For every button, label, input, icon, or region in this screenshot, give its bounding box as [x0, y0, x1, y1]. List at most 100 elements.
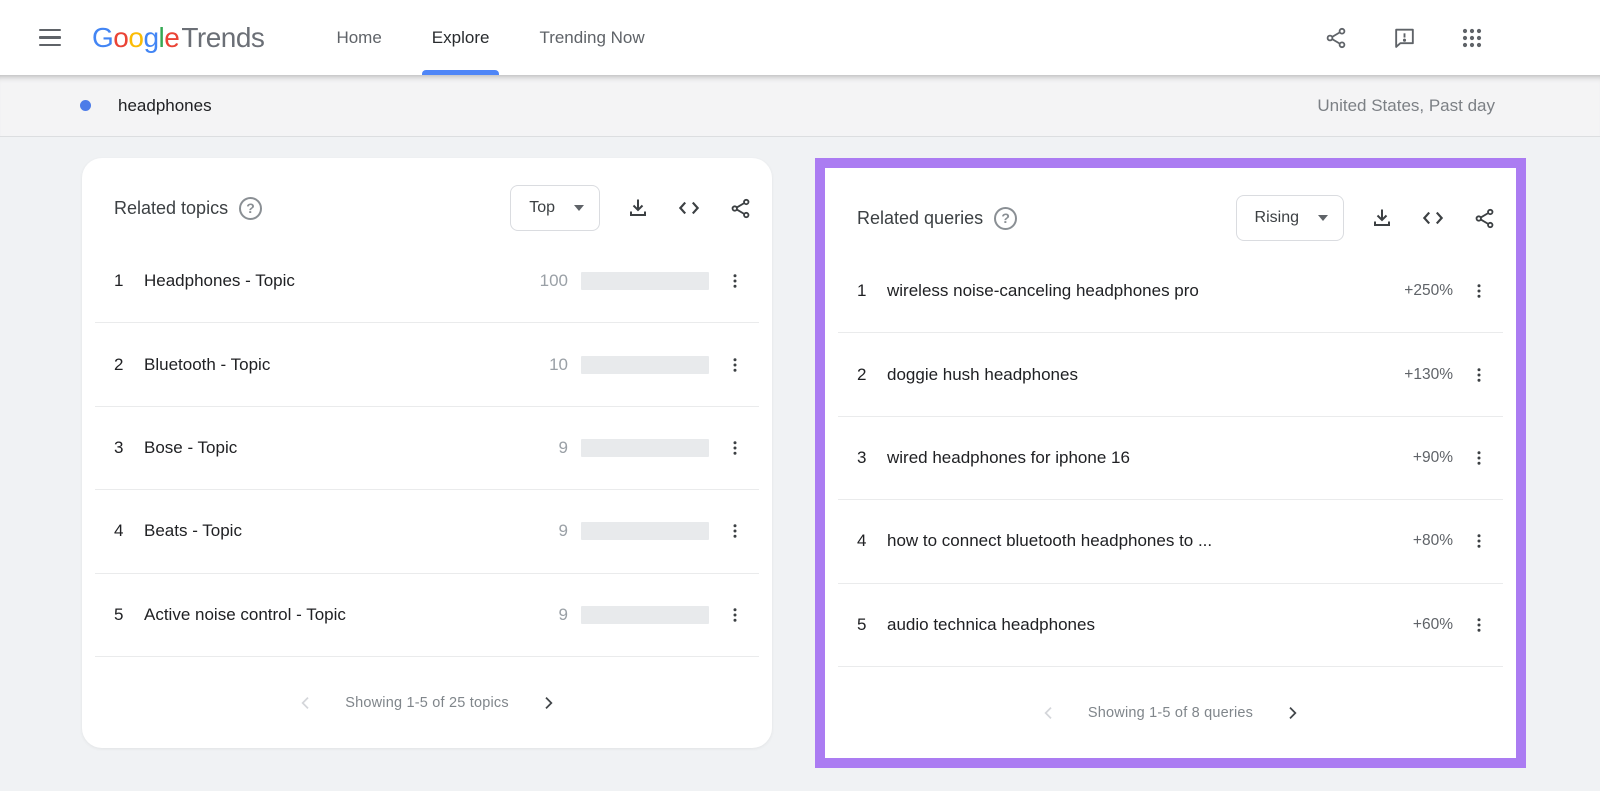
download-icon[interactable]: [1369, 205, 1395, 231]
rank: 3: [857, 448, 867, 468]
related-topics-header: Related topics ? Top: [114, 184, 753, 232]
dropdown-selected-value: Rising: [1254, 209, 1299, 226]
card-title: Related queries: [857, 207, 984, 228]
rank: 5: [114, 604, 124, 624]
filter-scope-label: United States, Past day: [1317, 95, 1495, 115]
topic-row[interactable]: 2 Bluetooth - Topic 10: [95, 322, 759, 405]
chevron-down-icon: [574, 205, 584, 211]
help-icon[interactable]: ?: [239, 196, 263, 220]
feedback-icon[interactable]: [1388, 22, 1420, 54]
share-icon[interactable]: [1320, 22, 1352, 54]
purple-highlight-annotation: Related queries ? Rising 1 wireless nois…: [815, 158, 1526, 768]
dropdown-selected-value: Top: [529, 199, 555, 216]
share-icon[interactable]: [1471, 205, 1497, 231]
queries-sort-dropdown[interactable]: Rising: [1235, 195, 1344, 241]
page-previous-icon: [294, 691, 318, 715]
more-options-icon[interactable]: [715, 261, 755, 301]
rank: 2: [857, 364, 867, 384]
topic-label[interactable]: Bluetooth - Topic: [144, 355, 524, 375]
topic-row[interactable]: 4 Beats - Topic 9: [95, 489, 759, 572]
rank: 4: [114, 521, 124, 541]
chevron-down-icon: [1318, 215, 1328, 221]
search-term[interactable]: headphones: [118, 96, 1317, 116]
topic-value: 10: [549, 354, 568, 374]
logo-letter: o: [128, 21, 144, 53]
query-growth: +130%: [1404, 365, 1453, 383]
logo-letter: o: [113, 21, 129, 53]
related-topics-card: Related topics ? Top 1 Headphones - Topi…: [82, 158, 772, 748]
logo-letter: e: [164, 21, 180, 53]
query-growth: +60%: [1412, 615, 1453, 633]
query-row[interactable]: 1 wireless noise-canceling headphones pr…: [838, 250, 1503, 332]
query-label[interactable]: wired headphones for iphone 16: [887, 448, 1397, 468]
topic-row[interactable]: 5 Active noise control - Topic 9: [95, 572, 759, 656]
primary-nav: Home Explore Trending Now: [332, 0, 690, 75]
google-trends-logo[interactable]: G o o g l e Trends: [92, 21, 265, 54]
related-topics-list: 1 Headphones - Topic 100 2 Bluetooth - T…: [95, 240, 759, 656]
hamburger-menu-icon[interactable]: [26, 14, 74, 62]
value-bar: [581, 272, 709, 291]
more-options-icon[interactable]: [1459, 521, 1499, 561]
tab-trending-now[interactable]: Trending Now: [535, 0, 648, 75]
topic-value: 9: [558, 521, 568, 541]
logo-suffix: Trends: [181, 21, 265, 53]
query-label[interactable]: how to connect bluetooth headphones to .…: [887, 531, 1397, 551]
value-bar: [581, 605, 709, 624]
more-options-icon[interactable]: [1459, 355, 1499, 395]
embed-icon[interactable]: [676, 195, 702, 221]
queries-pagination: Showing 1-5 of 8 queries: [838, 666, 1503, 758]
topics-pagination: Showing 1-5 of 25 topics: [95, 656, 759, 748]
query-growth: +250%: [1404, 282, 1453, 300]
download-icon[interactable]: [625, 195, 651, 221]
rank: 1: [114, 271, 124, 291]
topic-label[interactable]: Beats - Topic: [144, 521, 524, 541]
topic-label[interactable]: Headphones - Topic: [144, 271, 524, 291]
rank: 4: [857, 531, 867, 551]
rank: 3: [114, 438, 124, 458]
value-bar: [581, 439, 709, 458]
help-icon[interactable]: ?: [994, 206, 1018, 230]
topics-sort-dropdown[interactable]: Top: [510, 185, 600, 231]
more-options-icon[interactable]: [1459, 438, 1499, 478]
related-queries-header: Related queries ? Rising: [857, 194, 1497, 242]
logo-letter: g: [143, 21, 159, 53]
topic-row[interactable]: 1 Headphones - Topic 100: [95, 240, 759, 322]
navbar-actions: [1320, 22, 1488, 54]
query-row[interactable]: 3 wired headphones for iphone 16 +90%: [838, 415, 1503, 499]
top-navbar: G o o g l e Trends Home Explore Trending…: [0, 0, 1600, 75]
page-next-icon[interactable]: [1280, 701, 1304, 725]
query-label[interactable]: audio technica headphones: [887, 615, 1397, 635]
embed-icon[interactable]: [1420, 205, 1446, 231]
query-row[interactable]: 5 audio technica headphones +60%: [838, 582, 1503, 666]
share-icon[interactable]: [727, 195, 753, 221]
query-label[interactable]: doggie hush headphones: [887, 365, 1397, 385]
page-previous-icon: [1037, 701, 1061, 725]
topic-label[interactable]: Bose - Topic: [144, 438, 524, 458]
more-options-icon[interactable]: [715, 511, 755, 551]
more-options-icon[interactable]: [1459, 271, 1499, 311]
more-options-icon[interactable]: [715, 345, 755, 385]
tab-home[interactable]: Home: [332, 0, 385, 75]
topic-row[interactable]: 3 Bose - Topic 9: [95, 405, 759, 489]
more-options-icon[interactable]: [1459, 605, 1499, 645]
rank: 2: [114, 354, 124, 374]
card-title: Related topics: [114, 197, 229, 218]
rank: 5: [857, 614, 867, 634]
query-growth: +90%: [1412, 449, 1453, 467]
google-apps-icon[interactable]: [1456, 22, 1488, 54]
related-queries-list: 1 wireless noise-canceling headphones pr…: [838, 250, 1503, 666]
query-row[interactable]: 2 doggie hush headphones +130%: [838, 332, 1503, 415]
topic-value: 9: [558, 438, 568, 458]
more-options-icon[interactable]: [715, 595, 755, 635]
search-term-bar[interactable]: headphones United States, Past day: [0, 75, 1600, 137]
query-growth: +80%: [1412, 532, 1453, 550]
more-options-icon[interactable]: [715, 428, 755, 468]
query-row[interactable]: 4 how to connect bluetooth headphones to…: [838, 499, 1503, 582]
topic-value: 100: [539, 271, 568, 291]
query-label[interactable]: wireless noise-canceling headphones pro: [887, 281, 1397, 301]
tab-explore[interactable]: Explore: [421, 0, 500, 75]
pagination-label: Showing 1-5 of 8 queries: [1087, 704, 1254, 721]
page-next-icon[interactable]: [536, 691, 560, 715]
pagination-label: Showing 1-5 of 25 topics: [345, 694, 509, 711]
topic-label[interactable]: Active noise control - Topic: [144, 605, 524, 625]
